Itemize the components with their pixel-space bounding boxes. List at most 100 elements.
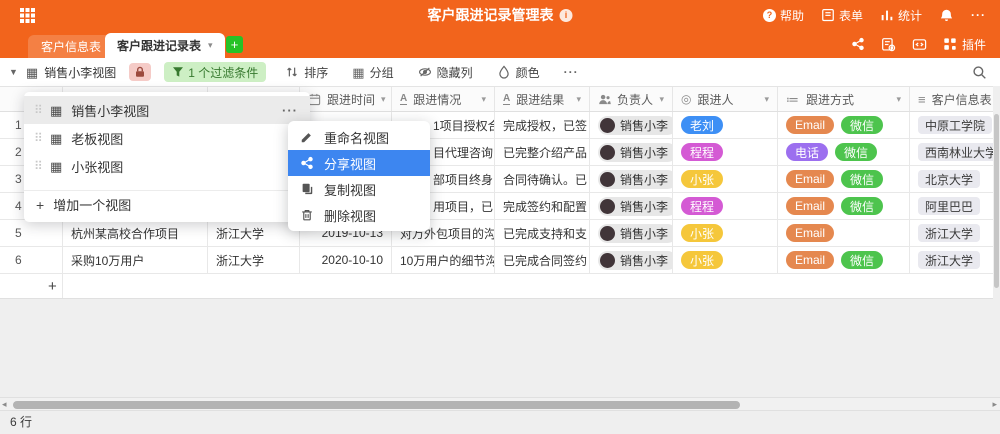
cell-follower[interactable]: 程程 [673,193,778,219]
header-followup-method[interactable]: ≔ 跟进方式 ▾ [778,87,910,111]
cell-owner[interactable]: 销售小李 [590,220,673,246]
cell-owner[interactable]: 销售小李 [590,193,673,219]
cell-link[interactable]: 阿里巴巴 [910,193,993,219]
cell-link[interactable]: 北京大学 [910,166,993,192]
hide-fields-button[interactable]: 隐藏列 [418,64,473,81]
header-owner[interactable]: 负责人 ▾ [590,87,673,111]
header-followup-time[interactable]: 跟进时间 ▾ [300,87,392,111]
row-number[interactable]: 5 [0,220,63,246]
tab-followup-records[interactable]: 客户跟进记录表 ▾ [105,33,225,58]
tab-customer-info[interactable]: 客户信息表 [28,35,114,58]
cell-follower[interactable]: 程程 [673,139,778,165]
view-item-xiaozhang[interactable]: ⠿ ▦ 小张视图 [24,152,310,180]
cell-link[interactable]: 中原工学院 [910,112,993,138]
automation-button[interactable] [881,37,896,52]
method-chip: 微信 [841,116,883,134]
cell-methods[interactable]: Email微信 [778,247,910,273]
cell-result[interactable]: 完成签约和配置 [495,193,590,219]
sort-button[interactable]: 排序 [285,64,328,81]
group-button[interactable]: ▦ 分组 [352,64,393,81]
header-follow-person[interactable]: ◎ 跟进人 ▾ [673,87,778,111]
help-button[interactable]: ? 帮助 [763,7,804,24]
add-row-button[interactable]: + [0,274,993,299]
cell-owner[interactable]: 销售小李 [590,247,673,273]
cell-customer[interactable]: 浙江大学 [208,220,300,246]
current-view-name[interactable]: 销售小李视图 [44,64,116,81]
chevron-down-icon: ▾ [576,94,581,105]
cell-title[interactable]: 杭州某高校合作项目 [63,220,208,246]
cell-customer[interactable]: 浙江大学 [208,247,300,273]
cell-result[interactable]: 已完成合同签约 [495,247,590,273]
cell-follower[interactable]: 小张 [673,220,778,246]
form-button[interactable]: 表单 [821,7,863,24]
menu-duplicate-view[interactable]: 复制视图 [288,176,430,202]
notifications-button[interactable] [939,8,954,23]
cell-date[interactable]: 2020-10-10 [300,247,392,273]
sheet-tabbar: 客户信息表 客户跟进记录表 ▾ + 插件 [0,30,1000,58]
toolbar-more-button[interactable]: ··· [564,65,579,79]
group-icon: ▦ [352,66,364,79]
scroll-left-arrow[interactable]: ◂ [2,399,7,410]
share-button[interactable] [851,37,865,51]
view-more-button[interactable]: ··· [282,103,298,118]
cell-result[interactable]: 已完整介绍产品 [495,139,590,165]
bell-icon [939,8,954,23]
stats-button[interactable]: 统计 [880,7,922,24]
vertical-scrollbar[interactable] [994,114,999,288]
cell-link[interactable]: 西南林业大学 [910,139,993,165]
cell-result[interactable]: 完成授权，已签 [495,112,590,138]
cell-owner[interactable]: 销售小李 [590,166,673,192]
menu-rename-view[interactable]: 重命名视图 [288,124,430,150]
menu-delete-view[interactable]: 删除视图 [288,202,430,228]
topbar-more-button[interactable]: ··· [971,8,986,22]
view-context-menu: 重命名视图 分享视图 复制视图 删除视图 [288,121,430,231]
cell-title[interactable]: 采购10万用户 [63,247,208,273]
cell-result[interactable]: 已完成支持和支 [495,220,590,246]
view-item-boss[interactable]: ⠿ ▦ 老板视图 [24,124,310,152]
view-lock-badge[interactable] [129,63,151,81]
cell-situation[interactable]: 10万用户的细节沟. [392,247,495,273]
cell-methods[interactable]: 电话微信 [778,139,910,165]
option-icon: ◎ [681,93,691,105]
scrollbar-thumb[interactable] [13,401,740,409]
scroll-right-arrow[interactable]: ▸ [992,399,997,410]
add-view-button[interactable]: + 增加一个视图 [24,190,310,218]
color-button[interactable]: 颜色 [497,64,540,81]
copy-icon [300,182,314,196]
header-customer-link[interactable]: ≡ 客户信息表 ▾ [910,87,993,111]
view-item-sales-li[interactable]: ⠿ ▦ 销售小李视图 ··· [24,96,310,124]
avatar [600,172,615,187]
plugin-button[interactable]: 插件 [943,36,986,53]
cell-follower[interactable]: 老刘 [673,112,778,138]
header-followup-situation[interactable]: A 跟进情况 ▾ [392,87,495,111]
cell-link[interactable]: 浙江大学 [910,247,993,273]
header-followup-result[interactable]: A 跟进结果 ▾ [495,87,590,111]
apps-grid-icon[interactable] [20,8,35,23]
drag-handle-icon[interactable]: ⠿ [34,103,50,117]
app-window: 客户跟进记录管理表 i ? 帮助 表单 统计 ··· 客户信息表 [0,0,1000,434]
cell-methods[interactable]: Email微信 [778,166,910,192]
cell-follower[interactable]: 小张 [673,166,778,192]
drag-handle-icon[interactable]: ⠿ [34,159,50,173]
menu-share-view[interactable]: 分享视图 [288,150,430,176]
trash-icon [300,208,314,222]
cell-link[interactable]: 浙江大学 [910,220,993,246]
row-number[interactable]: 6 [0,247,63,273]
collapse-views-caret[interactable]: ▼ [9,67,18,77]
cell-owner[interactable]: 销售小李 [590,139,673,165]
cell-methods[interactable]: Email [778,220,910,246]
filter-badge[interactable]: 1 个过滤条件 [164,62,266,82]
plugin-icon [943,37,957,51]
api-button[interactable] [912,37,927,52]
cell-methods[interactable]: Email微信 [778,193,910,219]
drag-handle-icon[interactable]: ⠿ [34,131,50,145]
cell-result[interactable]: 合同待确认。已 [495,166,590,192]
cell-methods[interactable]: Email微信 [778,112,910,138]
method-chip: 微信 [841,197,883,215]
cell-owner[interactable]: 销售小李 [590,112,673,138]
info-icon[interactable]: i [560,9,573,22]
search-button[interactable] [972,65,987,80]
cell-follower[interactable]: 小张 [673,247,778,273]
horizontal-scrollbar[interactable]: ◂ ▸ [0,397,1000,411]
add-sheet-button[interactable]: + [226,36,243,53]
